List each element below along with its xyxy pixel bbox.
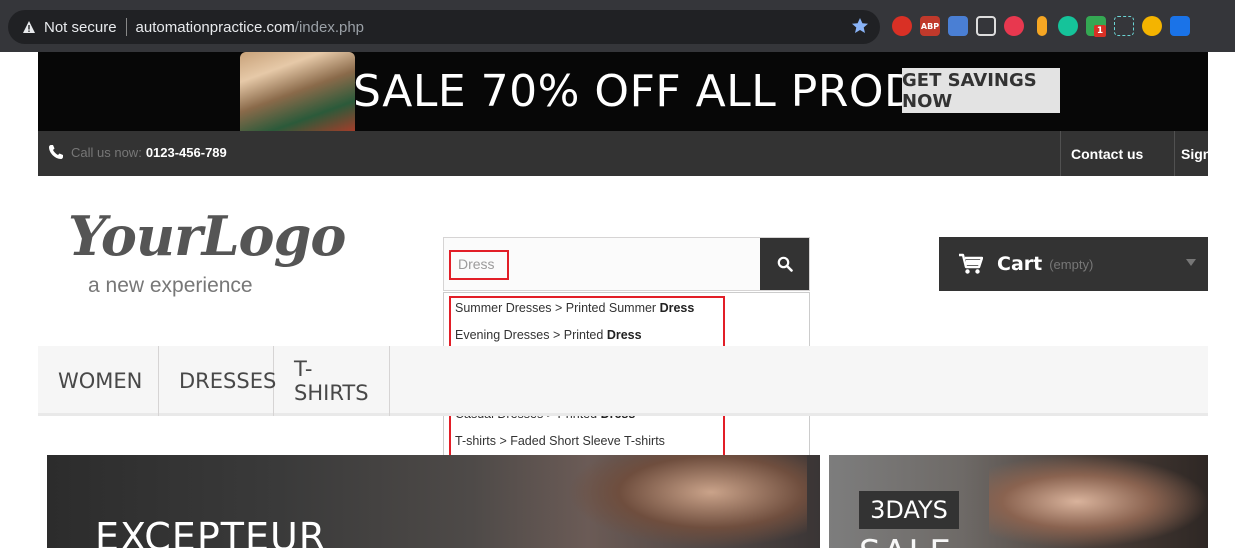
suggestion-text: Summer Dresses > Printed Summer: [455, 301, 660, 315]
caret-down-icon: [1186, 259, 1196, 266]
search-icon: [777, 256, 793, 272]
suggestion-match: Dress: [659, 301, 695, 315]
search-button[interactable]: [760, 238, 809, 290]
suggestion-text: T-shirts > Faded Short Sleeve T-shirts: [455, 433, 665, 448]
home-slider[interactable]: EXCEPTEUR: [47, 455, 820, 548]
cart-button[interactable]: Cart (empty): [939, 237, 1208, 291]
banner-model-image: [240, 52, 355, 131]
check-icon[interactable]: 1: [1086, 16, 1106, 37]
promo-banner[interactable]: 3DAYS SALE: [829, 455, 1208, 548]
adblock-icon[interactable]: ABP: [920, 16, 940, 36]
search-input-highlight: [449, 250, 509, 280]
contact-us-link[interactable]: Contact us: [1060, 131, 1174, 176]
browser-toolbar: Not secure automationpractice.com/index.…: [0, 0, 1235, 52]
phone-number: 0123-456-789: [145, 144, 227, 160]
suggestion-text: Evening Dresses > Printed: [455, 327, 607, 342]
sale-banner[interactable]: SALE 70% OFF ALL PRODUCTS GET SAVINGS NO…: [38, 52, 1208, 131]
site-logo[interactable]: YourLogo a new experience: [68, 200, 368, 305]
sign-in-link[interactable]: Sign in: [1174, 131, 1228, 176]
cart-icon: [959, 253, 983, 274]
url-path: /index.php: [294, 18, 365, 36]
address-bar[interactable]: Not secure automationpractice.com/index.…: [8, 10, 880, 44]
url-host: automationpractice.com: [135, 18, 295, 36]
logo-tagline: a new experience: [88, 274, 253, 297]
cart-state: (empty): [1049, 256, 1094, 272]
promo-badge: 3DAYS: [859, 491, 959, 529]
suggestion-item[interactable]: Evening Dresses > Printed Dress: [452, 322, 727, 349]
notion-icon[interactable]: [1114, 16, 1134, 36]
recorder-icon[interactable]: [892, 16, 912, 36]
url-separator: [125, 18, 127, 36]
grammarly-icon[interactable]: [1058, 16, 1078, 36]
header-nav: Call us now: 0123-456-789 Contact us Sig…: [38, 131, 1228, 176]
security-label: Not secure: [44, 18, 117, 36]
promo-sale-text: SALE: [859, 533, 953, 548]
slider-headline: EXCEPTEUR: [95, 515, 327, 548]
bookmark-star-icon[interactable]: [850, 16, 870, 36]
save-icon[interactable]: [1170, 16, 1190, 36]
search-box: [443, 237, 810, 291]
check-badge: 1: [1094, 25, 1106, 37]
menu-item-women[interactable]: WOMEN: [38, 346, 159, 416]
warning-icon: [23, 21, 35, 33]
suggestion-item[interactable]: Summer Dresses > Printed Summer Dress: [452, 295, 727, 322]
sign-in-label: Sign in: [1181, 145, 1228, 162]
suggestion-match: Dress: [606, 327, 642, 342]
call-label: Call us now:: [71, 144, 142, 160]
call-us: Call us now: 0123-456-789: [48, 144, 227, 160]
cart-label: Cart: [997, 253, 1043, 275]
get-savings-button[interactable]: GET SAVINGS NOW: [902, 68, 1060, 113]
logo-wordmark: YourLogo: [68, 204, 346, 268]
suggestion-item[interactable]: T-shirts > Faded Short Sleeve T-shirts: [452, 428, 727, 455]
menu-item-dresses[interactable]: DRESSES: [159, 346, 276, 416]
flask-icon[interactable]: [1037, 16, 1047, 36]
phone-icon: [49, 145, 63, 159]
clock-icon[interactable]: [1142, 16, 1162, 36]
video-icon[interactable]: [1004, 16, 1024, 36]
slider-model-image: [567, 455, 807, 548]
menu-item-tshirts[interactable]: T-SHIRTS: [274, 346, 390, 416]
translate-icon[interactable]: [948, 16, 968, 36]
main-menu: WOMEN DRESSES T-SHIRTS: [38, 346, 1208, 416]
screenshot-icon[interactable]: [976, 16, 996, 36]
promo-image: [989, 455, 1208, 548]
